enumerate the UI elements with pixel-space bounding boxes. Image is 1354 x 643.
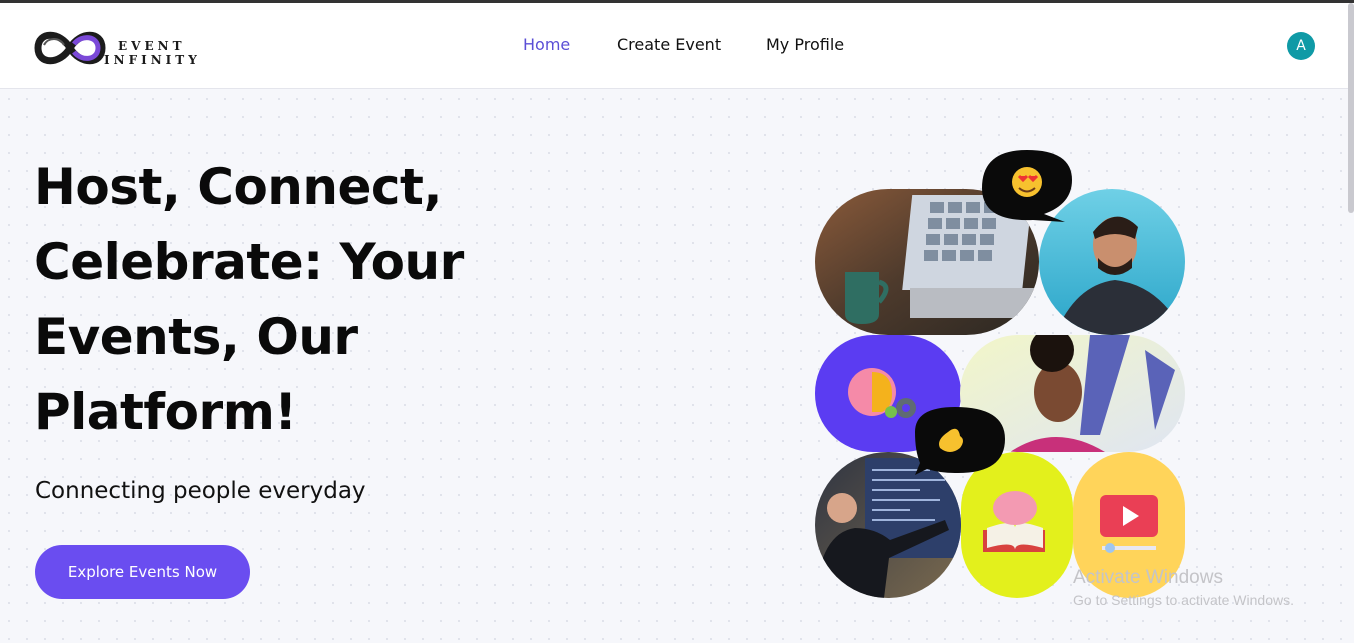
- nav-create-event[interactable]: Create Event: [617, 35, 721, 54]
- laughing-man-photo: [1039, 189, 1185, 335]
- user-avatar[interactable]: A: [1287, 32, 1315, 60]
- nav-my-profile[interactable]: My Profile: [766, 35, 844, 54]
- os-activation-text: Go to Settings to activate Windows.: [1073, 592, 1294, 608]
- hand-emoji-bubble: [915, 407, 1005, 475]
- hero-collage: [790, 140, 1210, 610]
- page-scrollbar[interactable]: [1348, 3, 1354, 213]
- hero-subtitle: Connecting people everyday: [35, 478, 366, 504]
- navbar: EVENT INFINITY Home Create Event My Prof…: [0, 3, 1354, 89]
- presenter-photo: [815, 452, 961, 598]
- explore-events-button[interactable]: Explore Events Now: [35, 545, 250, 599]
- os-activation-title: Activate Windows: [1073, 567, 1223, 588]
- nav-home[interactable]: Home: [523, 35, 570, 54]
- heart-eyes-emoji-bubble: [982, 150, 1072, 222]
- hero-title: Host, Connect, Celebrate: Your Events, O…: [34, 158, 464, 441]
- brain-book-icon: [961, 452, 1073, 598]
- main-nav: Home Create Event My Profile: [0, 35, 1354, 59]
